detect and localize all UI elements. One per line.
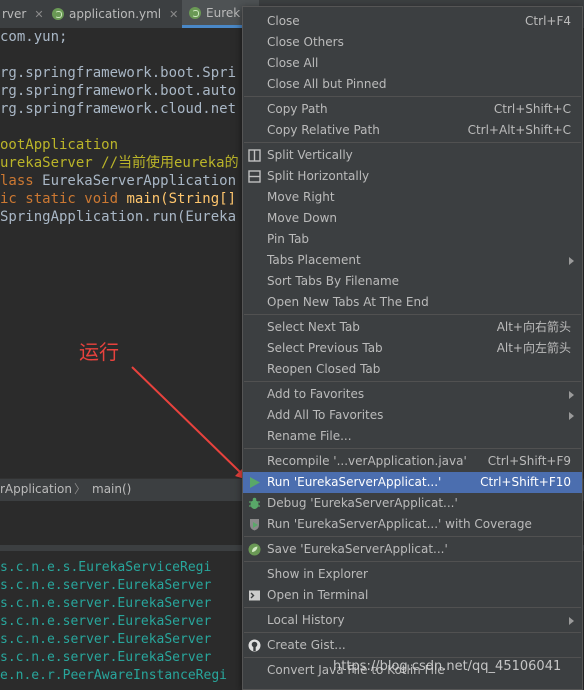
menu-item-add-to-favorites[interactable]: Add to Favorites — [243, 384, 582, 405]
terminal-icon — [249, 590, 260, 601]
menu-item-save[interactable]: Save 'EurekaServerApplicat...' — [243, 539, 582, 560]
menu-item-split-vertically[interactable]: Split Vertically — [243, 145, 582, 166]
menu-separator — [244, 632, 581, 633]
menu-separator — [244, 607, 581, 608]
menu-item-move-down[interactable]: Move Down — [243, 208, 582, 229]
run-icon — [250, 477, 260, 488]
menu-item-tabs-placement[interactable]: Tabs Placement — [243, 250, 582, 271]
menu-item-pin-tab[interactable]: Pin Tab — [243, 229, 582, 250]
submenu-arrow-icon — [569, 257, 574, 265]
debug-icon — [249, 497, 260, 509]
tab-context-menu: Close Ctrl+F4 Close Others Close All Clos… — [242, 6, 583, 690]
menu-item-sort-tabs[interactable]: Sort Tabs By Filename — [243, 271, 582, 292]
menu-item-open-new-tabs-at-end[interactable]: Open New Tabs At The End — [243, 292, 582, 313]
submenu-arrow-icon — [569, 617, 574, 625]
submenu-arrow-icon — [569, 412, 574, 420]
menu-item-debug[interactable]: Debug 'EurekaServerApplicat...' — [243, 493, 582, 514]
menu-item-run-with-coverage[interactable]: Run 'EurekaServerApplicat...' with Cover… — [243, 514, 582, 535]
menu-item-select-next-tab[interactable]: Select Next Tab Alt+向右箭头 — [243, 317, 582, 338]
menu-separator — [244, 314, 581, 315]
menu-item-copy-path[interactable]: Copy Path Ctrl+Shift+C — [243, 99, 582, 120]
menu-separator — [244, 536, 581, 537]
menu-item-close-all-but-pinned[interactable]: Close All but Pinned — [243, 74, 582, 95]
menu-item-reopen-closed-tab[interactable]: Reopen Closed Tab — [243, 359, 582, 380]
submenu-arrow-icon — [569, 391, 574, 399]
menu-item-open-in-terminal[interactable]: Open in Terminal — [243, 585, 582, 606]
menu-separator — [244, 448, 581, 449]
menu-separator — [244, 142, 581, 143]
menu-item-show-in-explorer[interactable]: Show in Explorer — [243, 564, 582, 585]
menu-separator — [244, 381, 581, 382]
menu-item-rename-file[interactable]: Rename File... — [243, 426, 582, 447]
menu-item-split-horizontally[interactable]: Split Horizontally — [243, 166, 582, 187]
coverage-icon — [250, 519, 259, 531]
split-vertical-icon — [248, 149, 261, 162]
menu-separator — [244, 657, 581, 658]
menu-item-close[interactable]: Close Ctrl+F4 — [243, 11, 582, 32]
split-horizontal-icon — [248, 170, 261, 183]
menu-item-copy-relative-path[interactable]: Copy Relative Path Ctrl+Alt+Shift+C — [243, 120, 582, 141]
menu-item-local-history[interactable]: Local History — [243, 610, 582, 631]
github-icon — [248, 639, 261, 652]
watermark: https://blog.csdn.net/qq_45106041 — [333, 659, 562, 674]
menu-separator — [244, 96, 581, 97]
menu-item-run[interactable]: Run 'EurekaServerApplicat...' Ctrl+Shift+… — [243, 472, 582, 493]
menu-item-close-all[interactable]: Close All — [243, 53, 582, 74]
menu-item-close-others[interactable]: Close Others — [243, 32, 582, 53]
menu-item-move-right[interactable]: Move Right — [243, 187, 582, 208]
spring-icon — [248, 543, 261, 556]
menu-separator — [244, 561, 581, 562]
menu-item-add-all-to-favorites[interactable]: Add All To Favorites — [243, 405, 582, 426]
menu-item-create-gist[interactable]: Create Gist... — [243, 635, 582, 656]
menu-item-select-previous-tab[interactable]: Select Previous Tab Alt+向左箭头 — [243, 338, 582, 359]
menu-item-recompile[interactable]: Recompile '...verApplication.java' Ctrl+S… — [243, 451, 582, 472]
